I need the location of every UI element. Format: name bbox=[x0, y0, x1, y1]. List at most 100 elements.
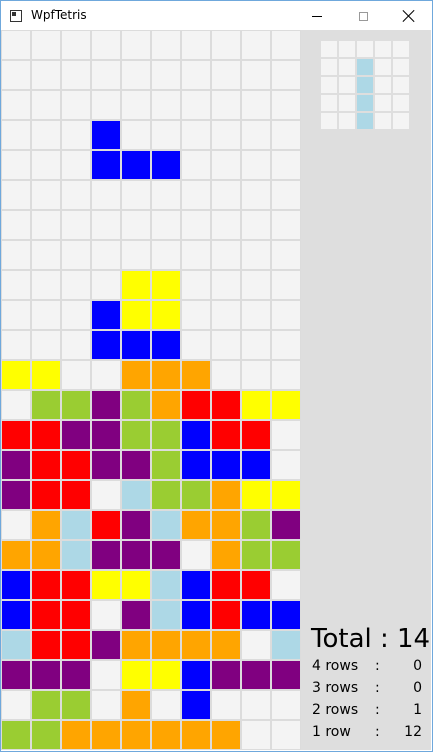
minimize-button[interactable] bbox=[294, 1, 340, 31]
empty-cell bbox=[242, 31, 270, 59]
block-cell bbox=[62, 721, 90, 749]
empty-cell bbox=[122, 61, 150, 89]
empty-cell bbox=[92, 91, 120, 119]
block-cell bbox=[152, 271, 180, 299]
empty-cell bbox=[62, 31, 90, 59]
block-cell bbox=[32, 511, 60, 539]
preview-empty-cell bbox=[321, 77, 337, 93]
score-row-label: 4 rows bbox=[312, 658, 359, 674]
block-cell bbox=[122, 721, 150, 749]
block-cell bbox=[122, 571, 150, 599]
preview-empty-cell bbox=[321, 95, 337, 111]
empty-cell bbox=[62, 61, 90, 89]
block-cell bbox=[152, 571, 180, 599]
block-cell bbox=[122, 601, 150, 629]
block-cell bbox=[182, 691, 210, 719]
score-row-4: 4 rows : 0 bbox=[312, 658, 422, 678]
empty-cell bbox=[32, 121, 60, 149]
block-cell bbox=[242, 511, 270, 539]
empty-cell bbox=[32, 151, 60, 179]
empty-cell bbox=[62, 241, 90, 269]
block-cell bbox=[272, 661, 300, 689]
block-cell bbox=[152, 481, 180, 509]
empty-cell bbox=[272, 241, 300, 269]
block-cell bbox=[92, 631, 120, 659]
block-cell bbox=[122, 541, 150, 569]
block-cell bbox=[122, 691, 150, 719]
empty-cell bbox=[92, 211, 120, 239]
block-cell bbox=[62, 631, 90, 659]
minimize-icon bbox=[312, 15, 322, 17]
empty-cell bbox=[182, 91, 210, 119]
empty-cell bbox=[272, 211, 300, 239]
block-cell bbox=[182, 601, 210, 629]
maximize-button[interactable] bbox=[340, 1, 386, 31]
score-row-value: 1 bbox=[413, 702, 422, 718]
preview-empty-cell bbox=[321, 41, 337, 57]
empty-cell bbox=[122, 121, 150, 149]
preview-empty-cell bbox=[375, 59, 391, 75]
close-button[interactable] bbox=[386, 1, 432, 31]
block-cell bbox=[272, 511, 300, 539]
empty-cell bbox=[32, 241, 60, 269]
block-cell bbox=[122, 391, 150, 419]
block-cell bbox=[2, 571, 30, 599]
empty-cell bbox=[2, 181, 30, 209]
empty-cell bbox=[2, 331, 30, 359]
empty-cell bbox=[62, 151, 90, 179]
block-cell bbox=[122, 151, 150, 179]
block-cell bbox=[92, 151, 120, 179]
score-row-label: 2 rows bbox=[312, 702, 359, 718]
empty-cell bbox=[2, 211, 30, 239]
empty-cell bbox=[212, 241, 240, 269]
block-cell bbox=[242, 571, 270, 599]
block-cell bbox=[152, 301, 180, 329]
block-cell bbox=[92, 331, 120, 359]
empty-cell bbox=[182, 241, 210, 269]
preview-empty-cell bbox=[339, 77, 355, 93]
empty-cell bbox=[32, 271, 60, 299]
title-bar[interactable]: WpfTetris bbox=[1, 1, 432, 31]
block-cell bbox=[32, 391, 60, 419]
empty-cell bbox=[272, 721, 300, 749]
empty-cell bbox=[212, 691, 240, 719]
empty-cell bbox=[32, 61, 60, 89]
block-cell bbox=[182, 571, 210, 599]
block-cell bbox=[272, 391, 300, 419]
empty-cell bbox=[92, 31, 120, 59]
empty-cell bbox=[2, 91, 30, 119]
block-cell bbox=[32, 451, 60, 479]
empty-cell bbox=[92, 361, 120, 389]
block-cell bbox=[212, 541, 240, 569]
empty-cell bbox=[212, 151, 240, 179]
empty-cell bbox=[242, 301, 270, 329]
block-cell bbox=[2, 481, 30, 509]
empty-cell bbox=[62, 91, 90, 119]
block-cell bbox=[122, 631, 150, 659]
block-cell bbox=[32, 541, 60, 569]
empty-cell bbox=[212, 61, 240, 89]
tetris-board[interactable] bbox=[1, 30, 301, 750]
empty-cell bbox=[32, 31, 60, 59]
block-cell bbox=[242, 481, 270, 509]
empty-cell bbox=[212, 361, 240, 389]
block-cell bbox=[152, 361, 180, 389]
block-cell bbox=[152, 631, 180, 659]
score-row-1: 1 row : 12 bbox=[312, 724, 422, 744]
block-cell bbox=[2, 451, 30, 479]
block-cell bbox=[212, 511, 240, 539]
empty-cell bbox=[182, 121, 210, 149]
block-cell bbox=[212, 451, 240, 479]
empty-cell bbox=[92, 691, 120, 719]
empty-cell bbox=[212, 121, 240, 149]
block-cell bbox=[32, 601, 60, 629]
block-cell bbox=[182, 661, 210, 689]
block-cell bbox=[212, 661, 240, 689]
empty-cell bbox=[272, 451, 300, 479]
block-cell bbox=[152, 601, 180, 629]
empty-cell bbox=[242, 241, 270, 269]
empty-cell bbox=[122, 31, 150, 59]
block-cell bbox=[182, 421, 210, 449]
block-cell bbox=[32, 571, 60, 599]
block-cell bbox=[62, 601, 90, 629]
